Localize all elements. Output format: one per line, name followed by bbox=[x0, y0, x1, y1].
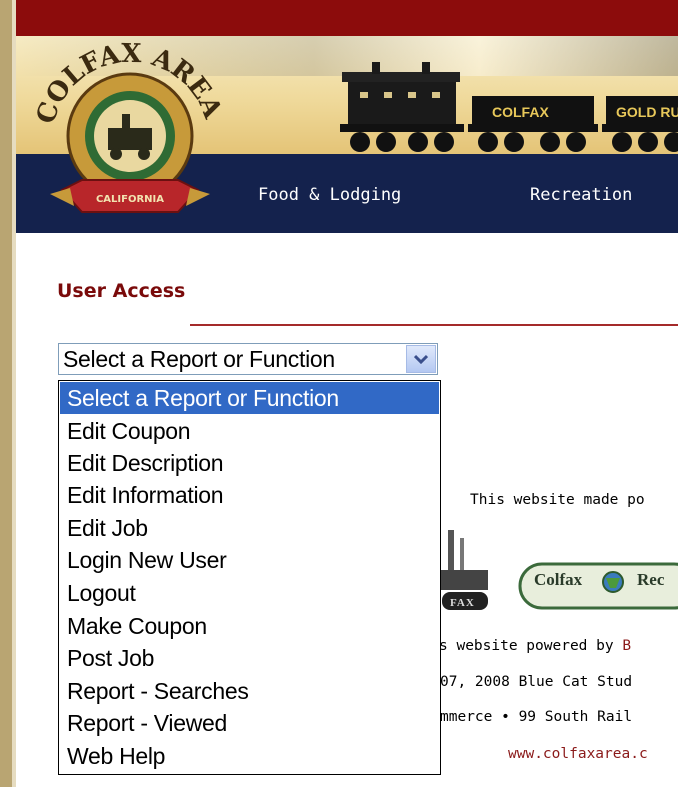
chevron-down-icon bbox=[414, 354, 428, 364]
option-edit-information[interactable]: Edit Information bbox=[60, 479, 439, 511]
address-text: mmerce • 99 South Rail bbox=[440, 709, 633, 725]
nav-recreation[interactable]: Recreation bbox=[530, 185, 632, 205]
powered-by-link[interactable]: B bbox=[622, 638, 631, 654]
train-car-label-colfax: COLFAX bbox=[492, 104, 549, 120]
report-function-options[interactable]: Select a Report or Function Edit Coupon … bbox=[58, 380, 441, 775]
option-web-help[interactable]: Web Help bbox=[60, 740, 439, 772]
header-top-bar bbox=[16, 0, 678, 36]
option-logout[interactable]: Logout bbox=[60, 577, 439, 609]
train-car-label-goldrush: GOLD RU bbox=[616, 104, 678, 120]
option-report-searches[interactable]: Report - Searches bbox=[60, 675, 439, 707]
option-post-job[interactable]: Post Job bbox=[60, 642, 439, 674]
left-border bbox=[0, 0, 12, 787]
svg-text:CALIFORNIA: CALIFORNIA bbox=[96, 194, 164, 205]
section-title: User Access bbox=[57, 280, 186, 302]
section-divider bbox=[190, 324, 678, 326]
option-edit-description[interactable]: Edit Description bbox=[60, 447, 439, 479]
report-function-select[interactable]: Select a Report or Function bbox=[58, 343, 438, 375]
site-header: COLFAX GOLD RU COLFAX AREA CALIFORNIA Fo… bbox=[16, 0, 678, 233]
sponsor-colfax-text: Colfax bbox=[534, 570, 583, 589]
copyright-text: 07, 2008 Blue Cat Stud bbox=[440, 674, 633, 690]
option-login-new-user[interactable]: Login New User bbox=[60, 544, 439, 576]
nav-food-lodging[interactable]: Food & Lodging bbox=[258, 185, 401, 205]
sponsor-colfax-text-2: Rec bbox=[637, 570, 665, 589]
option-make-coupon[interactable]: Make Coupon bbox=[60, 610, 439, 642]
sponsor-steam-badge-text: FAX bbox=[450, 597, 475, 609]
option-edit-coupon[interactable]: Edit Coupon bbox=[60, 415, 439, 447]
option-select-report[interactable]: Select a Report or Function bbox=[60, 382, 439, 414]
sponsor-colfax-banner[interactable]: Colfax Rec bbox=[516, 560, 678, 616]
site-url-link[interactable]: www.colfaxarea.c bbox=[508, 746, 648, 762]
option-report-viewed[interactable]: Report - Viewed bbox=[60, 707, 439, 739]
option-edit-job[interactable]: Edit Job bbox=[60, 512, 439, 544]
made-possible-text: This website made po bbox=[470, 492, 645, 508]
select-current-value: Select a Report or Function bbox=[63, 346, 335, 372]
powered-by-prefix: s website powered by bbox=[439, 638, 623, 654]
select-dropdown-button[interactable] bbox=[406, 345, 436, 373]
chamber-logo[interactable]: COLFAX AREA CALIFORNIA bbox=[30, 40, 230, 220]
powered-by-text: s website powered by B bbox=[439, 638, 631, 654]
